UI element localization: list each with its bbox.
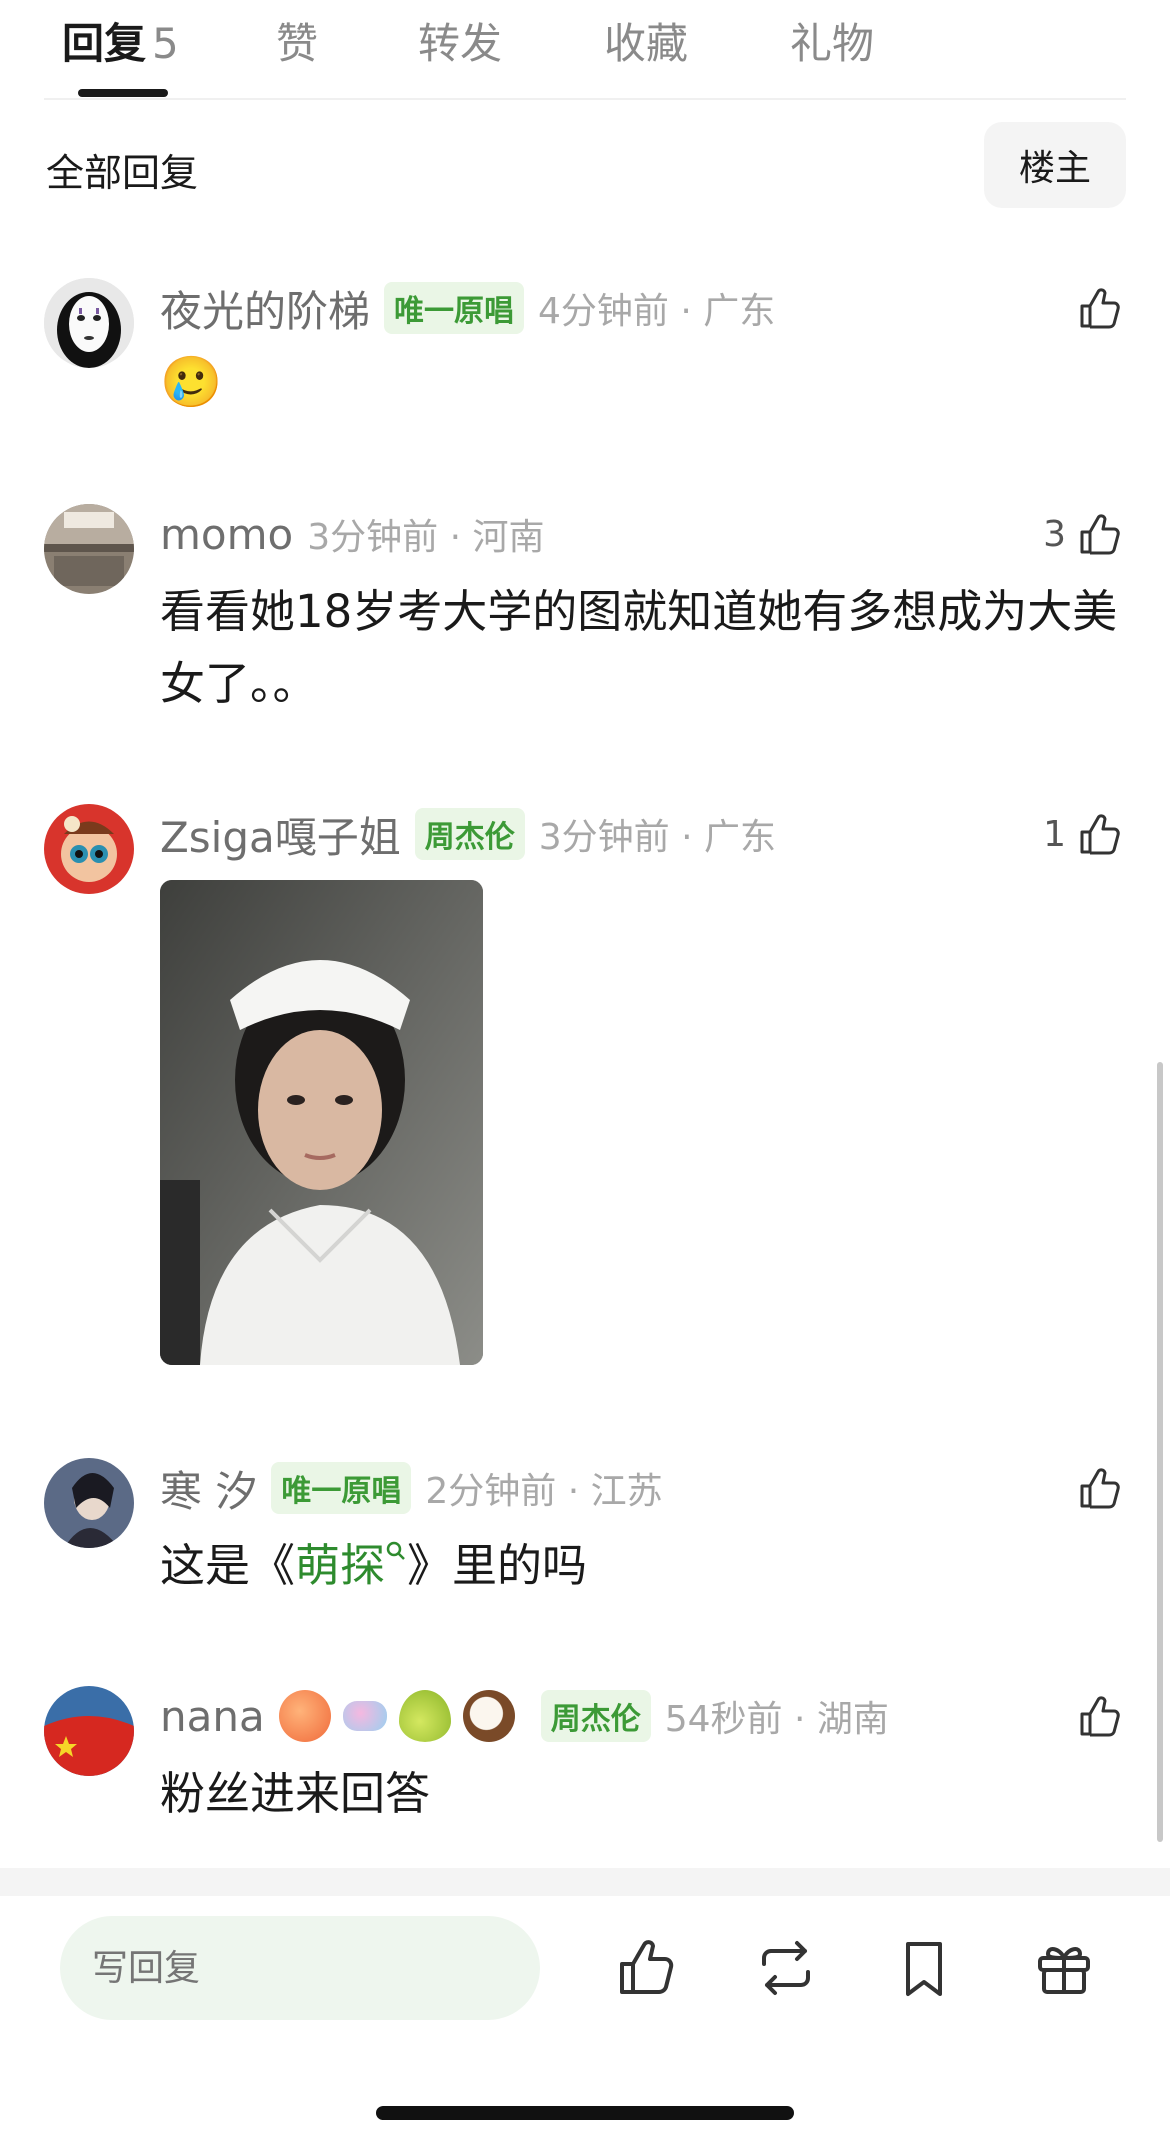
timestamp-location: 4分钟前 · 广东 (538, 291, 776, 332)
tab-favorites[interactable]: 收藏 (604, 10, 688, 71)
peach-icon (278, 1690, 331, 1742)
thumbs-up-icon (1080, 814, 1120, 855)
comment-meta: momo 3分钟前 · 河南 (160, 504, 544, 564)
active-tab-indicator (78, 89, 168, 97)
like-count: 3 (1043, 513, 1066, 555)
tab-replies-count: 5 (152, 19, 179, 68)
fan-badge[interactable]: 周杰伦 (414, 808, 525, 860)
gift-icon[interactable] (1030, 1934, 1098, 2002)
comment-text: 这是《萌探 》里的吗 (160, 1530, 1120, 1602)
comment-text: 粉丝进来回答 (160, 1767, 431, 1820)
comment-text-prefix: 这是《 (160, 1539, 296, 1592)
thumbs-up-icon (1080, 514, 1120, 555)
like-button[interactable] (1066, 278, 1126, 338)
fan-badge[interactable]: 唯一原唱 (271, 1462, 412, 1514)
like-button[interactable]: 1 (1043, 804, 1126, 864)
owner-only-button[interactable]: 楼主 (984, 122, 1126, 208)
home-indicator (376, 2106, 794, 2120)
avatar[interactable] (44, 1458, 134, 1548)
tab-reposts[interactable]: 转发 (418, 10, 502, 71)
avatar[interactable] (44, 1686, 134, 1776)
timestamp-location: 3分钟前 · 河南 (307, 517, 545, 558)
comment-meta: nana 周杰伦 54秒前 · 湖南 (160, 1686, 889, 1746)
like-button[interactable] (1066, 1686, 1126, 1746)
comment-photo[interactable] (160, 880, 483, 1365)
all-replies-title: 全部回复 (46, 151, 199, 195)
comment-text: 看看她18岁考大学的图就知道她有多想成为大美女了。。 (160, 585, 1118, 710)
reply-input[interactable] (60, 1916, 540, 2020)
coconut-icon (462, 1690, 515, 1742)
bottom-divider (0, 1868, 1170, 1896)
comment-meta: Zsiga嘎子姐 周杰伦 3分钟前 · 广东 (160, 804, 776, 864)
thumbs-up-icon (1080, 1696, 1120, 1737)
timestamp-location: 3分钟前 · 广东 (538, 817, 776, 858)
like-button[interactable]: 3 (1043, 504, 1126, 564)
portrait-avatar-icon (44, 1458, 134, 1548)
tab-divider (44, 98, 1126, 100)
badge-emoji-row (278, 1690, 527, 1742)
flag-avatar-icon (44, 1686, 134, 1776)
comment-meta: 寒 汐 唯一原唱 2分钟前 · 江苏 (160, 1458, 663, 1518)
thumbs-up-icon[interactable] (612, 1934, 680, 2002)
fan-badge[interactable]: 周杰伦 (540, 1690, 651, 1742)
pear-icon (398, 1690, 451, 1742)
avatar[interactable] (44, 804, 134, 894)
username[interactable]: Zsiga嘎子姐 (160, 804, 401, 865)
comment-text-suffix: 》里的吗 (407, 1539, 588, 1592)
tab-replies[interactable]: 回复 5 (62, 10, 179, 71)
timestamp-location: 2分钟前 · 江苏 (425, 1471, 663, 1512)
avatar[interactable] (44, 278, 134, 368)
repost-icon[interactable] (752, 1934, 820, 2002)
doll-avatar-icon (44, 804, 134, 894)
like-count: 1 (1043, 813, 1066, 855)
search-icon (386, 1541, 405, 1560)
thumbs-up-icon (1080, 288, 1120, 329)
fan-badge[interactable]: 唯一原唱 (384, 282, 525, 334)
bookmark-icon[interactable] (890, 1934, 958, 2002)
no-face-avatar-icon (44, 278, 134, 368)
search-link[interactable]: 萌探 (295, 1539, 407, 1592)
comment-text: 🥲 (160, 353, 223, 411)
tab-likes[interactable]: 赞 (276, 10, 318, 71)
building-photo-avatar-icon (44, 504, 134, 594)
username[interactable]: 夜光的阶梯 (160, 278, 370, 339)
comment-meta: 夜光的阶梯 唯一原唱 4分钟前 · 广东 (160, 278, 775, 338)
search-link-label: 萌探 (295, 1539, 386, 1592)
username[interactable]: 寒 汐 (160, 1458, 257, 1519)
tab-replies-label: 回复 (62, 19, 147, 68)
nurse-photo-image (160, 880, 483, 1365)
candy-icon (342, 1701, 387, 1731)
username[interactable]: nana (160, 1692, 265, 1741)
tab-gifts[interactable]: 礼物 (790, 10, 874, 71)
scrollbar[interactable] (1157, 1062, 1163, 1842)
avatar[interactable] (44, 504, 134, 594)
like-button[interactable] (1066, 1458, 1126, 1518)
timestamp-location: 54秒前 · 湖南 (664, 1699, 889, 1740)
tab-bar: 回复 5 赞 转发 收藏 礼物 (0, 0, 1170, 100)
thumbs-up-icon (1080, 1468, 1120, 1509)
username[interactable]: momo (160, 510, 293, 559)
